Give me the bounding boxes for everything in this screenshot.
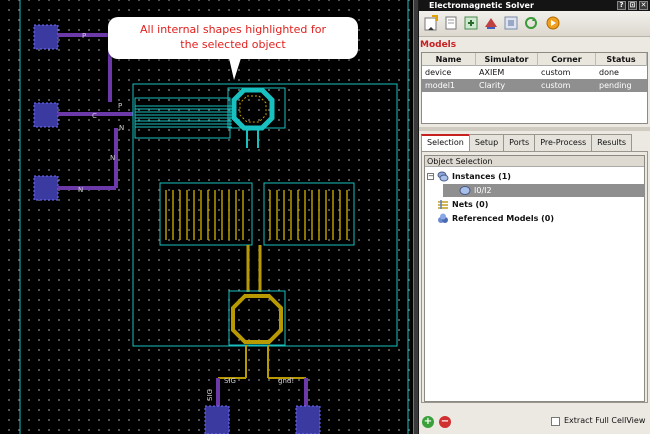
cell-name: model1 — [425, 81, 455, 90]
help-button[interactable]: ? — [617, 1, 626, 10]
highlight-callout: All internal shapes highlighted for the … — [108, 17, 358, 59]
extract-full-cellview-label: Extract Full CellView — [564, 416, 646, 425]
tab-pre-process[interactable]: Pre-Process — [534, 134, 593, 151]
referenced-models-icon — [438, 213, 448, 223]
object-selection-tree[interactable]: Object Selection − Instances (1) I0/I2 N… — [424, 155, 645, 402]
remove-icon[interactable]: − — [439, 416, 451, 428]
tree-header[interactable]: Object Selection — [425, 156, 644, 167]
tab-selection[interactable]: Selection — [421, 134, 470, 151]
cell-corner: custom — [541, 81, 571, 90]
tree-label-referenced-models: Referenced Models (0) — [452, 214, 555, 223]
column-header-status[interactable]: Status — [596, 53, 647, 66]
layout-icon[interactable] — [503, 15, 519, 31]
em-solver-panel: Electromagnetic Solver ? ⊡ ✕ Models Name… — [419, 0, 650, 434]
run-icon[interactable] — [545, 15, 561, 31]
tree-label-instance: I0/I2 — [474, 186, 492, 195]
export-icon[interactable] — [463, 15, 479, 31]
cell-status: pending — [599, 81, 632, 90]
horizontal-splitter[interactable] — [419, 127, 650, 131]
tab-results[interactable]: Results — [591, 134, 633, 151]
close-button[interactable]: ✕ — [639, 1, 648, 10]
panel-toolbar — [419, 11, 650, 37]
float-button[interactable]: ⊡ — [628, 1, 637, 10]
instances-icon — [437, 171, 449, 182]
layout-canvas[interactable]: P P C N N N SIG SIG gnd! All internal sh… — [0, 0, 413, 434]
tree-node-referenced-models[interactable]: Referenced Models (0) — [437, 212, 554, 225]
column-header-name[interactable]: Name — [422, 53, 476, 66]
tree-node-nets[interactable]: Nets (0) — [437, 198, 488, 211]
selection-tab-body: Object Selection − Instances (1) I0/I2 N… — [421, 151, 648, 403]
add-icon[interactable]: + — [422, 416, 434, 428]
pin-label: P — [82, 32, 86, 40]
models-header-row: Name Simulator Corner Status — [422, 53, 647, 66]
new-model-icon[interactable] — [423, 15, 439, 31]
cell-corner: custom — [541, 68, 571, 77]
callout-line-1: All internal shapes highlighted for — [140, 23, 326, 36]
instance-icon — [459, 186, 471, 195]
tab-setup[interactable]: Setup — [468, 134, 505, 151]
column-header-simulator[interactable]: Simulator — [476, 53, 538, 66]
copy-model-icon[interactable] — [443, 15, 459, 31]
cell-name: device — [425, 68, 452, 77]
pin-label: SIG — [206, 389, 214, 401]
pin-label: P — [118, 102, 122, 110]
pin-label: SIG — [224, 377, 236, 385]
simulate-icon[interactable] — [483, 15, 499, 31]
extract-full-cellview-checkbox[interactable] — [551, 417, 560, 426]
cell-simulator: Clarity — [479, 81, 506, 90]
refresh-icon[interactable] — [523, 15, 539, 31]
tree-label-nets: Nets (0) — [452, 200, 489, 209]
tree-label-instances: Instances (1) — [452, 172, 511, 181]
callout-tail — [229, 58, 241, 80]
app-window: P P C N N N SIG SIG gnd! All internal sh… — [0, 0, 650, 434]
models-label: Models — [420, 40, 457, 50]
cell-status: done — [599, 68, 619, 77]
column-header-corner[interactable]: Corner — [538, 53, 596, 66]
models-table[interactable]: Name Simulator Corner Status device AXIE… — [421, 52, 648, 124]
pin-label: N — [119, 124, 124, 132]
pin-label: C — [92, 112, 97, 120]
panel-title: Electromagnetic Solver — [429, 1, 534, 10]
nets-icon — [438, 200, 448, 209]
collapse-icon[interactable]: − — [427, 173, 434, 180]
table-row[interactable]: device AXIEM custom done — [422, 66, 647, 79]
tab-bar: Selection Setup Ports Pre-Process Result… — [421, 134, 633, 151]
panel-titlebar: Electromagnetic Solver ? ⊡ ✕ — [419, 0, 650, 11]
pin-label: N — [78, 186, 83, 194]
tree-item-instance[interactable]: I0/I2 — [459, 184, 492, 197]
layout-drawing: P P C N N N SIG SIG gnd! — [19, 0, 409, 434]
table-row-selected[interactable]: model1 Clarity custom pending — [422, 79, 647, 92]
tree-node-instances[interactable]: − Instances (1) — [427, 170, 511, 183]
panel-footer: + − Extract Full CellView — [419, 406, 650, 434]
tab-ports[interactable]: Ports — [503, 134, 536, 151]
cell-simulator: AXIEM — [479, 68, 505, 77]
pin-label: gnd! — [278, 377, 294, 385]
pin-label: N — [110, 154, 115, 162]
callout-line-2: the selected object — [180, 38, 286, 51]
